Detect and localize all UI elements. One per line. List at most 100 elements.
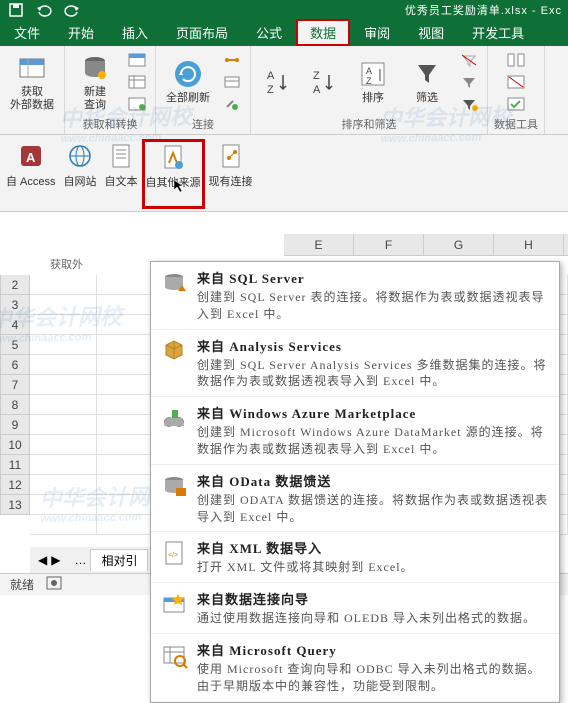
tab-home[interactable]: 开始 — [54, 19, 108, 46]
existing-connections-button[interactable]: 现有连接 — [205, 139, 257, 191]
tab-file[interactable]: 文件 — [0, 19, 54, 46]
redo-icon[interactable] — [64, 2, 80, 18]
odata-icon — [159, 471, 189, 501]
menu-item-desc: 打开 XML 文件或将其映射到 Excel。 — [197, 559, 551, 576]
col-header[interactable]: F — [354, 234, 424, 255]
refresh-all-label: 全部刷新 — [166, 92, 210, 105]
menu-item-title: 来自 Microsoft Query — [197, 640, 551, 659]
external-data-subribbon: A 自 Access 自网站 自文本 自其他来源 现有连接 — [0, 135, 568, 212]
menu-item-azure-marketplace[interactable]: 来自 Windows Azure Marketplace创建到 Microsof… — [151, 397, 559, 465]
svg-text:A: A — [366, 66, 372, 76]
group-data-tools: 数据工具 — [488, 46, 545, 134]
sql-server-icon — [159, 268, 189, 298]
col-header[interactable]: E — [284, 234, 354, 255]
cursor-icon — [172, 178, 186, 192]
tab-data[interactable]: 数据 — [296, 19, 350, 46]
connections-group-label: 连接 — [192, 116, 214, 132]
new-query-label: 新建 查询 — [84, 86, 106, 112]
col-header[interactable]: G — [424, 234, 494, 255]
menu-item-desc: 创建到 ODATA 数据馈送的连接。将数据作为表或数据透视表导入到 Excel … — [197, 492, 551, 526]
menu-item-data-connection-wizard[interactable]: 来自数据连接向导通过使用数据连接向导和 OLEDB 导入未列出格式的数据。 — [151, 583, 559, 634]
recent-sources-icon[interactable] — [125, 94, 149, 114]
msquery-icon — [159, 640, 189, 670]
row-header[interactable]: 12 — [0, 475, 30, 495]
connections-icon[interactable] — [220, 50, 244, 70]
sort-label: 排序 — [362, 92, 384, 105]
reapply-icon[interactable] — [457, 72, 481, 92]
row-header[interactable]: 3 — [0, 295, 30, 315]
advanced-icon[interactable] — [457, 94, 481, 114]
from-other-sources-button[interactable]: 自其他来源 — [142, 139, 205, 209]
macro-record-icon[interactable] — [46, 576, 62, 593]
sheet-tab[interactable]: 相对引 — [90, 549, 148, 571]
new-query-button[interactable]: 新建 查询 — [71, 50, 119, 114]
row-header[interactable]: 6 — [0, 355, 30, 375]
row-header[interactable]: 5 — [0, 335, 30, 355]
svg-text:</>: </> — [168, 552, 178, 559]
wizard-icon — [159, 589, 189, 619]
tab-formulas[interactable]: 公式 — [242, 19, 296, 46]
menu-item-sql-server[interactable]: 来自 SQL Server创建到 SQL Server 表的连接。将数据作为表或… — [151, 262, 559, 330]
row-header[interactable]: 7 — [0, 375, 30, 395]
group-connections: 全部刷新 连接 — [156, 46, 251, 134]
tab-insert[interactable]: 插入 — [108, 19, 162, 46]
clear-icon[interactable] — [457, 50, 481, 70]
sort-button[interactable]: AZ 排序 — [349, 56, 397, 107]
from-table-icon[interactable] — [125, 72, 149, 92]
xml-icon: </> — [159, 538, 189, 568]
sort-filter-group-label: 排序和筛选 — [342, 116, 397, 132]
column-headers: E F G H — [284, 234, 568, 256]
data-validation-icon[interactable] — [504, 94, 528, 114]
svg-text:Z: Z — [313, 70, 320, 82]
menu-item-desc: 通过使用数据连接向导和 OLEDB 导入未列出格式的数据。 — [197, 610, 551, 627]
connections-small — [220, 50, 244, 114]
tab-pagelayout[interactable]: 页面布局 — [162, 19, 242, 46]
sheet-nav-next-icon[interactable]: ▶ — [51, 553, 60, 567]
menu-item-title: 来自 SQL Server — [197, 268, 551, 287]
tab-view[interactable]: 视图 — [404, 19, 458, 46]
row-header[interactable]: 8 — [0, 395, 30, 415]
col-header[interactable]: H — [494, 234, 564, 255]
get-external-data-button[interactable]: 获取 外部数据 — [6, 50, 58, 114]
svg-text:A: A — [313, 84, 321, 96]
sheet-nav-prev-icon[interactable]: ◀ — [38, 553, 47, 567]
remove-duplicates-icon[interactable] — [504, 72, 528, 92]
sort-icon: AZ — [357, 58, 389, 90]
row-header[interactable]: 9 — [0, 415, 30, 435]
svg-text:Z: Z — [366, 76, 372, 86]
refresh-icon — [172, 58, 204, 90]
svg-text:A: A — [26, 150, 36, 165]
text-file-icon — [106, 141, 136, 171]
get-transform-small — [125, 50, 149, 114]
undo-icon[interactable] — [36, 2, 52, 18]
sort-desc-button[interactable]: ZA — [303, 64, 343, 100]
menu-item-analysis-services[interactable]: 来自 Analysis Services创建到 SQL Server Analy… — [151, 330, 559, 398]
menu-item-odata[interactable]: 来自 OData 数据馈送创建到 ODATA 数据馈送的连接。将数据作为表或数据… — [151, 465, 559, 533]
ribbon: 获取 外部数据 新建 查询 获取和转换 全部刷新 — [0, 46, 568, 135]
tab-review[interactable]: 审阅 — [350, 19, 404, 46]
from-text-button[interactable]: 自文本 — [101, 139, 142, 191]
row-header[interactable]: 4 — [0, 315, 30, 335]
row-header[interactable]: 11 — [0, 455, 30, 475]
row-header[interactable]: 2 — [0, 275, 30, 295]
refresh-all-button[interactable]: 全部刷新 — [162, 56, 214, 107]
tab-dev[interactable]: 开发工具 — [458, 19, 538, 46]
filter-button[interactable]: 筛选 — [403, 56, 451, 107]
sort-asc-button[interactable]: AZ — [257, 64, 297, 100]
row-header[interactable]: 13 — [0, 495, 30, 515]
save-icon[interactable] — [8, 2, 24, 18]
menu-item-title: 来自 XML 数据导入 — [197, 538, 551, 557]
group-get-transform: 新建 查询 获取和转换 — [65, 46, 156, 134]
properties-icon[interactable] — [220, 72, 244, 92]
svg-text:Z: Z — [267, 84, 274, 96]
menu-item-xml[interactable]: </> 来自 XML 数据导入打开 XML 文件或将其映射到 Excel。 — [151, 532, 559, 583]
from-access-button[interactable]: A 自 Access — [2, 139, 60, 191]
from-web-button[interactable]: 自网站 — [60, 139, 101, 191]
titlebar: 优秀员工奖励清单.xlsx - Exc — [0, 0, 568, 20]
sort-desc-icon: ZA — [307, 66, 339, 98]
show-queries-icon[interactable] — [125, 50, 149, 70]
row-header[interactable]: 10 — [0, 435, 30, 455]
menu-item-microsoft-query[interactable]: 来自 Microsoft Query使用 Microsoft 查询向导和 ODB… — [151, 634, 559, 702]
text-to-columns-icon[interactable] — [504, 50, 528, 70]
editlinks-icon[interactable] — [220, 94, 244, 114]
